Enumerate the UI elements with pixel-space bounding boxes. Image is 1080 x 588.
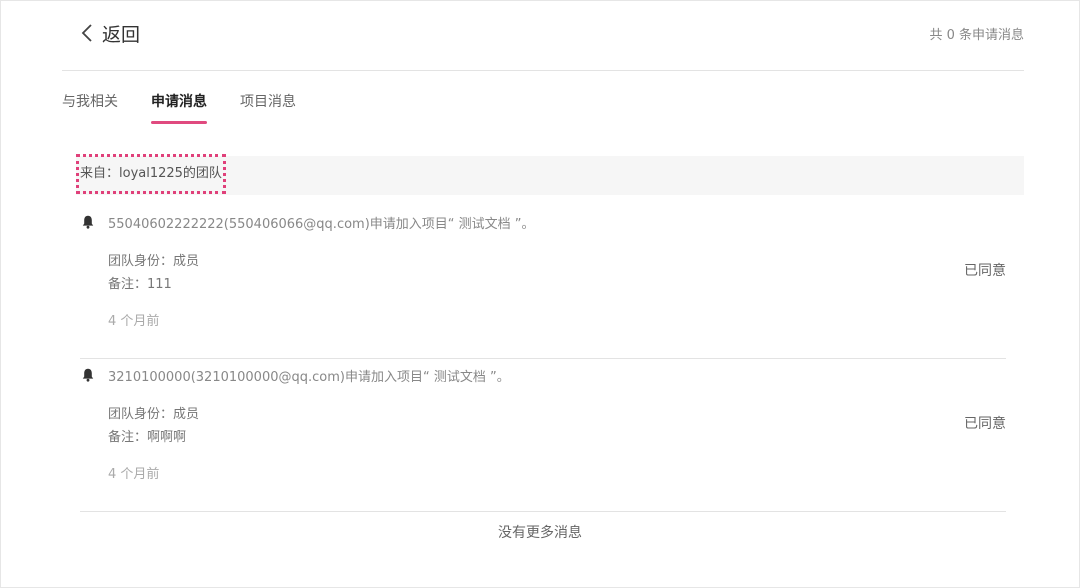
message-remark: 备注：111 <box>108 277 172 292</box>
back-button[interactable]: 返回 <box>80 20 140 46</box>
tab-related[interactable]: 与我相关 <box>62 92 118 124</box>
status-badge: 已同意 <box>964 416 1006 432</box>
total-count: 共 0 条申请消息 <box>929 28 1024 43</box>
group-header: 来自：loyal1225的团队 <box>76 154 1024 195</box>
tab-project[interactable]: 项目消息 <box>240 92 296 124</box>
message-time: 4 个月前 <box>108 314 160 329</box>
no-more-messages: 没有更多消息 <box>498 525 582 541</box>
message-time: 4 个月前 <box>108 467 160 482</box>
message-tabs: 与我相关 申请消息 项目消息 <box>62 92 329 126</box>
message-title: 55040602222222(550406066@qq.com)申请加入项目“ … <box>108 217 535 232</box>
chevron-left-icon <box>81 24 92 42</box>
list-item: 3210100000(3210100000@qq.com)申请加入项目“ 测试文… <box>80 359 1006 512</box>
list-item: 55040602222222(550406066@qq.com)申请加入项目“ … <box>80 206 1006 359</box>
page-header: 返回 共 0 条申请消息 <box>62 0 1024 71</box>
message-title: 3210100000(3210100000@qq.com)申请加入项目“ 测试文… <box>108 370 510 385</box>
status-badge: 已同意 <box>964 263 1006 279</box>
message-role: 团队身份：成员 <box>108 407 200 422</box>
bell-icon <box>82 368 94 382</box>
message-remark: 备注：啊啊啊 <box>108 430 187 445</box>
bell-icon <box>82 215 94 229</box>
group-title: 来自：loyal1225的团队 <box>76 154 226 194</box>
tab-applications[interactable]: 申请消息 <box>151 92 207 124</box>
message-role: 团队身份：成员 <box>108 254 200 269</box>
back-label: 返回 <box>102 23 141 46</box>
